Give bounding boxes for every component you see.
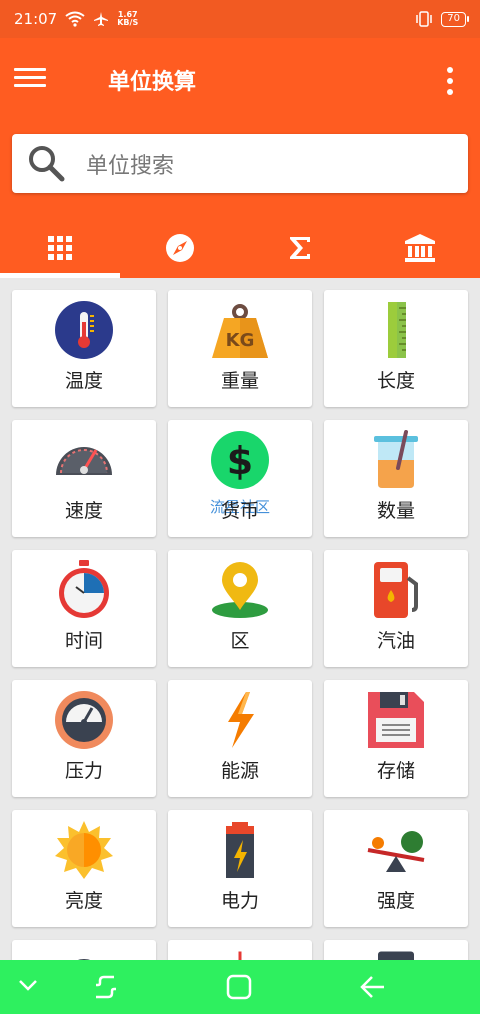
category-card-pressure[interactable]: 压力 xyxy=(12,680,156,797)
search-bar[interactable]: 单位搜索 xyxy=(12,134,468,193)
speedometer-icon xyxy=(56,447,112,475)
floppy-disk-icon xyxy=(368,692,424,748)
tab-finance[interactable] xyxy=(360,218,480,278)
category-label: 温度 xyxy=(64,370,103,392)
sun-icon xyxy=(55,821,113,879)
category-card-quantity[interactable]: 数量 xyxy=(324,420,468,537)
category-card-power[interactable]: 电力 xyxy=(168,810,312,927)
category-label: 速度 xyxy=(64,500,103,522)
recent-apps-icon[interactable] xyxy=(92,973,120,1001)
grid-icon xyxy=(48,236,72,260)
seesaw-icon xyxy=(367,831,425,872)
tab-all-units[interactable] xyxy=(0,218,120,278)
category-card-length[interactable]: 长度 xyxy=(324,290,468,407)
bank-icon xyxy=(405,234,435,262)
category-card-area[interactable]: 区 xyxy=(168,550,312,667)
battery-indicator: 70 xyxy=(441,11,469,27)
menu-button[interactable] xyxy=(14,65,46,93)
category-label: 亮度 xyxy=(64,890,103,912)
beaker-icon xyxy=(374,430,418,488)
category-card-fuel[interactable]: 汽油 xyxy=(324,550,468,667)
hamburger-icon xyxy=(14,68,46,71)
category-grid: 温度 KG 重量 长度 速度 $ 流星社区 货币 数量 时间 区 汽油 压力 能… xyxy=(12,290,468,980)
category-label: 区 xyxy=(230,630,250,652)
svg-text:KG: KG xyxy=(226,330,255,351)
page-title: 单位换算 xyxy=(108,70,197,95)
airplane-icon xyxy=(94,12,109,26)
compass-icon xyxy=(166,234,194,262)
thermometer-icon xyxy=(55,301,113,359)
category-label: 能源 xyxy=(220,760,259,782)
stopwatch-icon xyxy=(59,560,109,618)
tab-math[interactable] xyxy=(240,218,360,278)
battery-icon xyxy=(226,822,254,878)
more-vert-icon xyxy=(447,67,453,73)
pressure-gauge-icon xyxy=(55,691,113,749)
tab-bar xyxy=(0,218,480,278)
speed-unit: KB/S xyxy=(117,18,139,27)
category-card-currency[interactable]: $ 流星社区 货币 xyxy=(168,420,312,537)
more-options-button[interactable] xyxy=(446,67,454,95)
app-bar: 单位换算 单位搜索 xyxy=(0,38,480,278)
category-card-weight[interactable]: KG 重量 xyxy=(168,290,312,407)
weight-icon: KG xyxy=(212,304,268,358)
sigma-icon xyxy=(290,237,310,259)
svg-text:$: $ xyxy=(227,439,253,483)
network-speed: 1.67 KB/S xyxy=(117,11,138,27)
category-label: 时间 xyxy=(64,630,103,652)
map-pin-icon xyxy=(212,562,268,618)
fuel-pump-icon xyxy=(374,562,418,618)
search-input[interactable]: 单位搜索 xyxy=(86,148,174,180)
dollar-icon: $ xyxy=(211,431,269,489)
wifi-icon xyxy=(65,11,85,27)
category-label: 汽油 xyxy=(376,630,415,652)
category-card-brightness[interactable]: 亮度 xyxy=(12,810,156,927)
home-icon[interactable] xyxy=(225,973,253,1001)
category-label: 货币 xyxy=(220,500,259,522)
lightning-icon xyxy=(228,692,254,748)
category-card-temperature[interactable]: 温度 xyxy=(12,290,156,407)
category-label: 压力 xyxy=(64,760,103,782)
category-label: 重量 xyxy=(220,370,259,392)
category-card-energy[interactable]: 能源 xyxy=(168,680,312,797)
ruler-icon xyxy=(388,302,406,358)
status-bar: 21:07 1.67 KB/S 70 xyxy=(0,0,480,38)
category-label: 长度 xyxy=(376,370,415,392)
chevron-down-icon[interactable] xyxy=(16,973,40,997)
back-arrow-icon[interactable] xyxy=(358,973,386,1001)
category-label: 强度 xyxy=(376,890,415,912)
system-nav-bar xyxy=(0,960,480,1014)
vibrate-icon xyxy=(416,11,433,27)
category-card-time[interactable]: 时间 xyxy=(12,550,156,667)
category-card-intensity[interactable]: 强度 xyxy=(324,810,468,927)
category-card-storage[interactable]: 存储 xyxy=(324,680,468,797)
category-label: 存储 xyxy=(376,760,415,782)
category-label: 数量 xyxy=(376,500,415,522)
status-time: 21:07 xyxy=(14,10,58,28)
category-card-speed[interactable]: 速度 xyxy=(12,420,156,537)
tab-compass[interactable] xyxy=(120,218,240,278)
search-icon xyxy=(29,145,65,181)
category-label: 电力 xyxy=(220,890,259,912)
